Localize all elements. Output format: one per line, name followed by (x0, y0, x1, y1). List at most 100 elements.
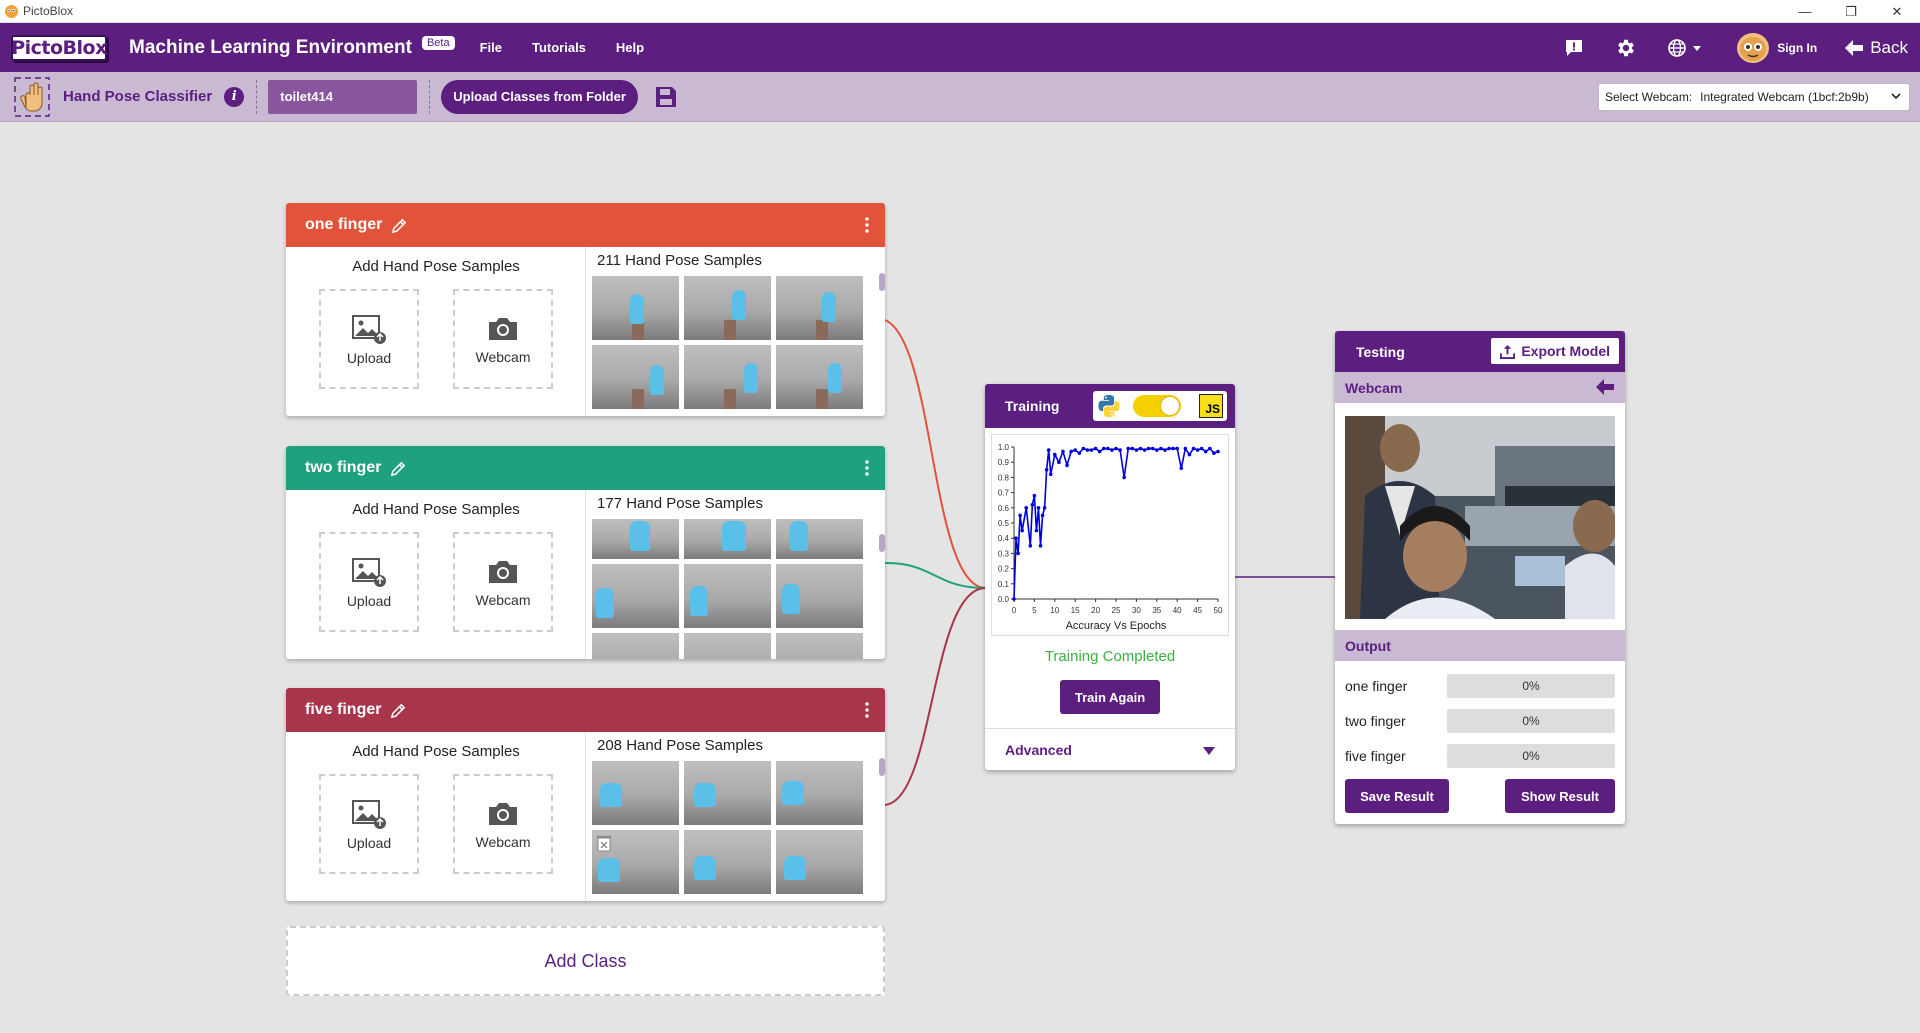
sample-thumbnail[interactable] (684, 633, 771, 659)
output-label: two finger (1345, 713, 1406, 729)
accuracy-data-point (1126, 446, 1131, 451)
accuracy-data-point (1053, 452, 1057, 457)
connector-two-finger (884, 562, 986, 589)
accuracy-data-point (1187, 452, 1192, 457)
x-tick-label: 25 (1112, 606, 1121, 615)
webcam-select[interactable]: Select Webcam: Integrated Webcam (1bcf:2… (1598, 83, 1910, 111)
add-samples-title: Add Hand Pose Samples (352, 501, 520, 518)
sample-thumbnail[interactable] (776, 519, 863, 559)
toggle-switch[interactable] (1133, 395, 1181, 417)
pictoblox-logo: PictoBlox (11, 34, 107, 61)
sample-thumbnail[interactable] (684, 830, 771, 894)
menu-help[interactable]: Help (616, 40, 644, 55)
webcam-label: Webcam (475, 591, 531, 608)
pencil-icon[interactable] (391, 217, 408, 234)
trash-icon[interactable] (596, 834, 612, 852)
output-row-two-finger: two finger 0% (1345, 709, 1615, 733)
samples-scrollbar[interactable] (879, 273, 885, 291)
sample-thumbnail[interactable] (592, 830, 679, 894)
back-button[interactable]: Back (1844, 38, 1908, 58)
training-status: Training Completed (1044, 648, 1176, 665)
project-name-input[interactable] (268, 79, 418, 114)
class-name[interactable]: two finger (305, 459, 381, 477)
gear-icon[interactable] (1615, 37, 1637, 59)
samples-scrollbar[interactable] (879, 758, 885, 776)
export-model-button[interactable]: Export Model (1491, 338, 1619, 364)
pencil-icon[interactable] (390, 460, 407, 477)
minimize-icon[interactable]: — (1782, 0, 1828, 23)
train-again-button[interactable]: Train Again (1060, 680, 1160, 714)
sample-thumbnail[interactable] (776, 633, 863, 659)
save-result-button[interactable]: Save Result (1345, 779, 1449, 813)
more-options-icon[interactable] (865, 700, 869, 720)
sample-thumbnail[interactable] (684, 276, 771, 340)
add-class-button[interactable]: Add Class (286, 926, 885, 996)
menu-tutorials[interactable]: Tutorials (532, 40, 586, 55)
class-name[interactable]: one finger (305, 216, 382, 234)
webcam-label: Webcam (475, 833, 531, 850)
sample-thumbnail[interactable] (776, 345, 863, 409)
class-name[interactable]: five finger (305, 701, 381, 719)
upload-button[interactable]: Upload (319, 532, 419, 632)
accuracy-series-line (1013, 446, 1219, 600)
sample-thumbnail[interactable] (776, 564, 863, 628)
webcam-button[interactable]: Webcam (453, 532, 553, 632)
menu-file[interactable]: File (480, 40, 502, 55)
info-icon[interactable]: i (224, 86, 245, 107)
sample-thumbnails (592, 276, 863, 409)
window-controls: — ❐ ✕ (1782, 0, 1920, 23)
upload-button[interactable]: Upload (319, 289, 419, 389)
more-options-icon[interactable] (865, 458, 869, 478)
sample-thumbnail[interactable] (592, 345, 679, 409)
accuracy-chart: 0.0 0.1 0.2 0.3 0.4 0.5 0.6 0.7 0.8 0.9 1.0 0 5 10 15 2… (991, 434, 1229, 636)
accuracy-data-point (1061, 449, 1065, 454)
close-icon[interactable]: ✕ (1874, 0, 1920, 23)
advanced-toggle[interactable]: Advanced (1005, 742, 1072, 758)
accuracy-data-point (1014, 536, 1018, 540)
accuracy-data-point (1212, 451, 1216, 455)
output-label: five finger (1345, 748, 1406, 764)
testing-header: Testing Export Model (1335, 331, 1625, 372)
webcam-button[interactable]: Webcam (453, 774, 553, 874)
sample-thumbnail[interactable] (776, 761, 863, 825)
y-tick-label: 0.7 (998, 489, 1010, 498)
sign-in-link[interactable]: Sign In (1777, 41, 1817, 55)
accuracy-data-point (1034, 528, 1039, 533)
pencil-icon[interactable] (390, 702, 407, 719)
accuracy-data-point (1183, 446, 1188, 451)
webcam-button[interactable]: Webcam (453, 289, 553, 389)
sample-thumbnail[interactable] (592, 761, 679, 825)
caret-down-icon[interactable] (1203, 746, 1215, 756)
show-result-button[interactable]: Show Result (1505, 779, 1615, 813)
sample-thumbnail[interactable] (592, 564, 679, 628)
sample-thumbnail[interactable] (592, 519, 679, 559)
webcam-feed-image (1345, 416, 1615, 619)
webcam-section-bar: Webcam (1335, 372, 1625, 403)
language-globe-icon[interactable] (1667, 37, 1707, 59)
sample-thumbnail[interactable] (776, 276, 863, 340)
toolbar-divider (256, 79, 258, 114)
beta-badge: Beta (421, 35, 455, 50)
sample-thumbnail[interactable] (592, 633, 679, 659)
more-options-icon[interactable] (865, 215, 869, 235)
samples-area: 211 Hand Pose Samples (587, 247, 885, 416)
arrow-left-icon[interactable] (1595, 378, 1615, 396)
class-body: Add Hand Pose Samples Upload Webcam 208 … (286, 732, 885, 901)
sample-thumbnail[interactable] (684, 761, 771, 825)
avatar[interactable] (1737, 32, 1770, 63)
restore-icon[interactable]: ❐ (1828, 0, 1874, 23)
upload-button[interactable]: Upload (319, 774, 419, 874)
framework-toggle[interactable]: JS (1093, 391, 1227, 421)
sample-thumbnail[interactable] (684, 519, 771, 559)
sample-thumbnail[interactable] (776, 830, 863, 894)
feedback-icon[interactable] (1563, 37, 1585, 59)
accuracy-data-point (1040, 513, 1045, 518)
sample-thumbnail[interactable] (592, 276, 679, 340)
save-icon[interactable] (654, 85, 678, 109)
upload-classes-from-folder-button[interactable]: Upload Classes from Folder (441, 79, 638, 114)
export-model-label: Export Model (1521, 343, 1610, 359)
samples-scrollbar[interactable] (879, 534, 885, 552)
sample-thumbnail[interactable] (684, 564, 771, 628)
app-header: PictoBlox Machine Learning Environment B… (0, 23, 1920, 72)
sample-thumbnail[interactable] (684, 345, 771, 409)
